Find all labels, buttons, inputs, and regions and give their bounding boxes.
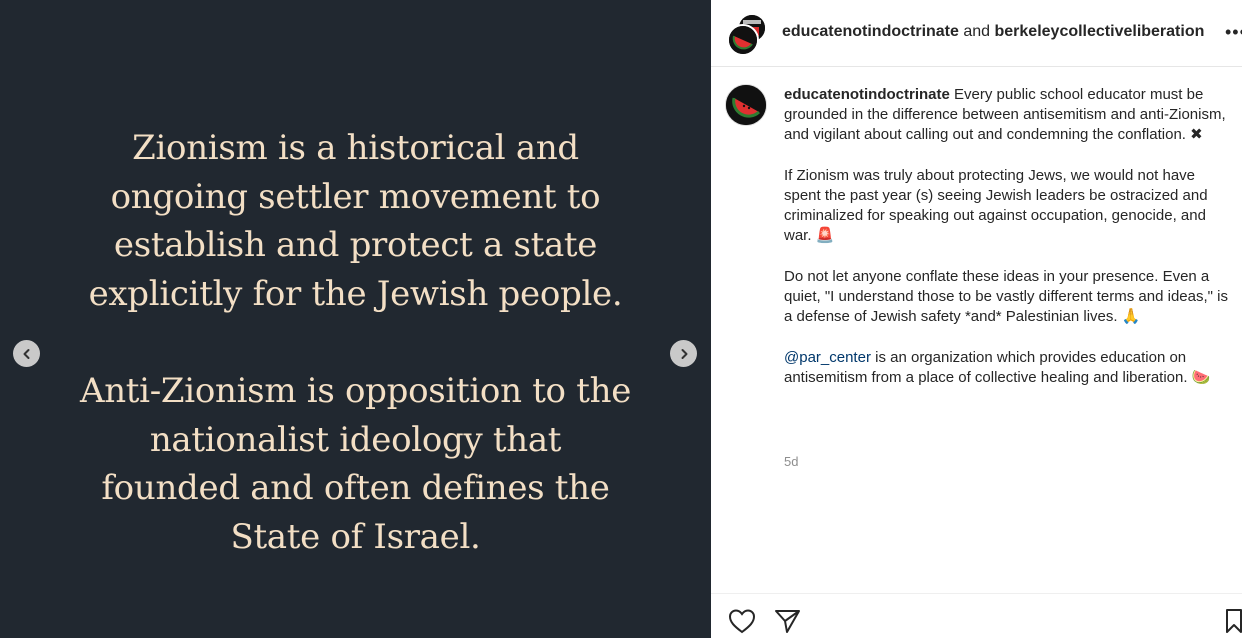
- slide-line: establish and protect a state: [113, 225, 598, 265]
- post-timestamp[interactable]: 5d: [784, 454, 798, 469]
- slide-line: founded and often defines the: [101, 468, 610, 508]
- author-link[interactable]: educatenotindoctrinate: [782, 23, 959, 40]
- like-button[interactable]: [728, 608, 756, 639]
- avatar[interactable]: [725, 84, 767, 126]
- avatar[interactable]: [727, 24, 759, 56]
- caption-username[interactable]: educatenotindoctrinate: [784, 86, 950, 103]
- watermelon-logo-icon: [726, 85, 766, 125]
- slide-paragraph-2: Anti-Zionism is opposition to the nation…: [0, 367, 711, 561]
- mention-link[interactable]: @par_center: [784, 349, 871, 366]
- more-options-button[interactable]: •••: [1225, 22, 1242, 43]
- slide-line: State of Israel.: [230, 516, 481, 557]
- post-side-panel: educatenotindoctrinate and berkeleycolle…: [711, 0, 1242, 638]
- previous-slide-button[interactable]: [13, 340, 40, 367]
- post-authors: educatenotindoctrinate and berkeleycolle…: [782, 23, 1204, 41]
- collab-avatars[interactable]: [727, 14, 767, 56]
- slide-line: ongoing settler movement to: [110, 176, 601, 217]
- share-icon: [775, 610, 800, 633]
- watermelon-logo-icon: [729, 26, 757, 54]
- slide-line: explicitly for the Jewish people.: [88, 273, 623, 314]
- slide-paragraph-1: Zionism is a historical and ongoing sett…: [0, 124, 711, 318]
- slide-line: Zionism is a historical and: [132, 128, 579, 168]
- slide-line: nationalist ideology that: [149, 419, 562, 460]
- share-button[interactable]: [773, 608, 801, 639]
- heart-icon: [728, 609, 756, 634]
- post-caption: educatenotindoctrinate Every public scho…: [784, 85, 1234, 408]
- bookmark-icon: [1226, 609, 1242, 633]
- next-slide-button[interactable]: [670, 340, 697, 367]
- post-media: Zionism is a historical and ongoing sett…: [0, 0, 711, 638]
- slide-line: Anti-Zionism is opposition to the: [79, 371, 632, 411]
- action-bar: [711, 593, 1242, 639]
- chevron-right-icon: [681, 348, 687, 359]
- chevron-left-icon: [23, 348, 29, 359]
- author-link[interactable]: berkeleycollectiveliberation: [995, 23, 1205, 40]
- caption-text: Do not let anyone conflate these ideas i…: [784, 267, 1228, 326]
- post-header: educatenotindoctrinate and berkeleycolle…: [711, 0, 1242, 67]
- save-button[interactable]: [1224, 608, 1242, 639]
- caption-text: If Zionism was truly about protecting Je…: [784, 166, 1208, 245]
- author-joiner: and: [958, 23, 995, 40]
